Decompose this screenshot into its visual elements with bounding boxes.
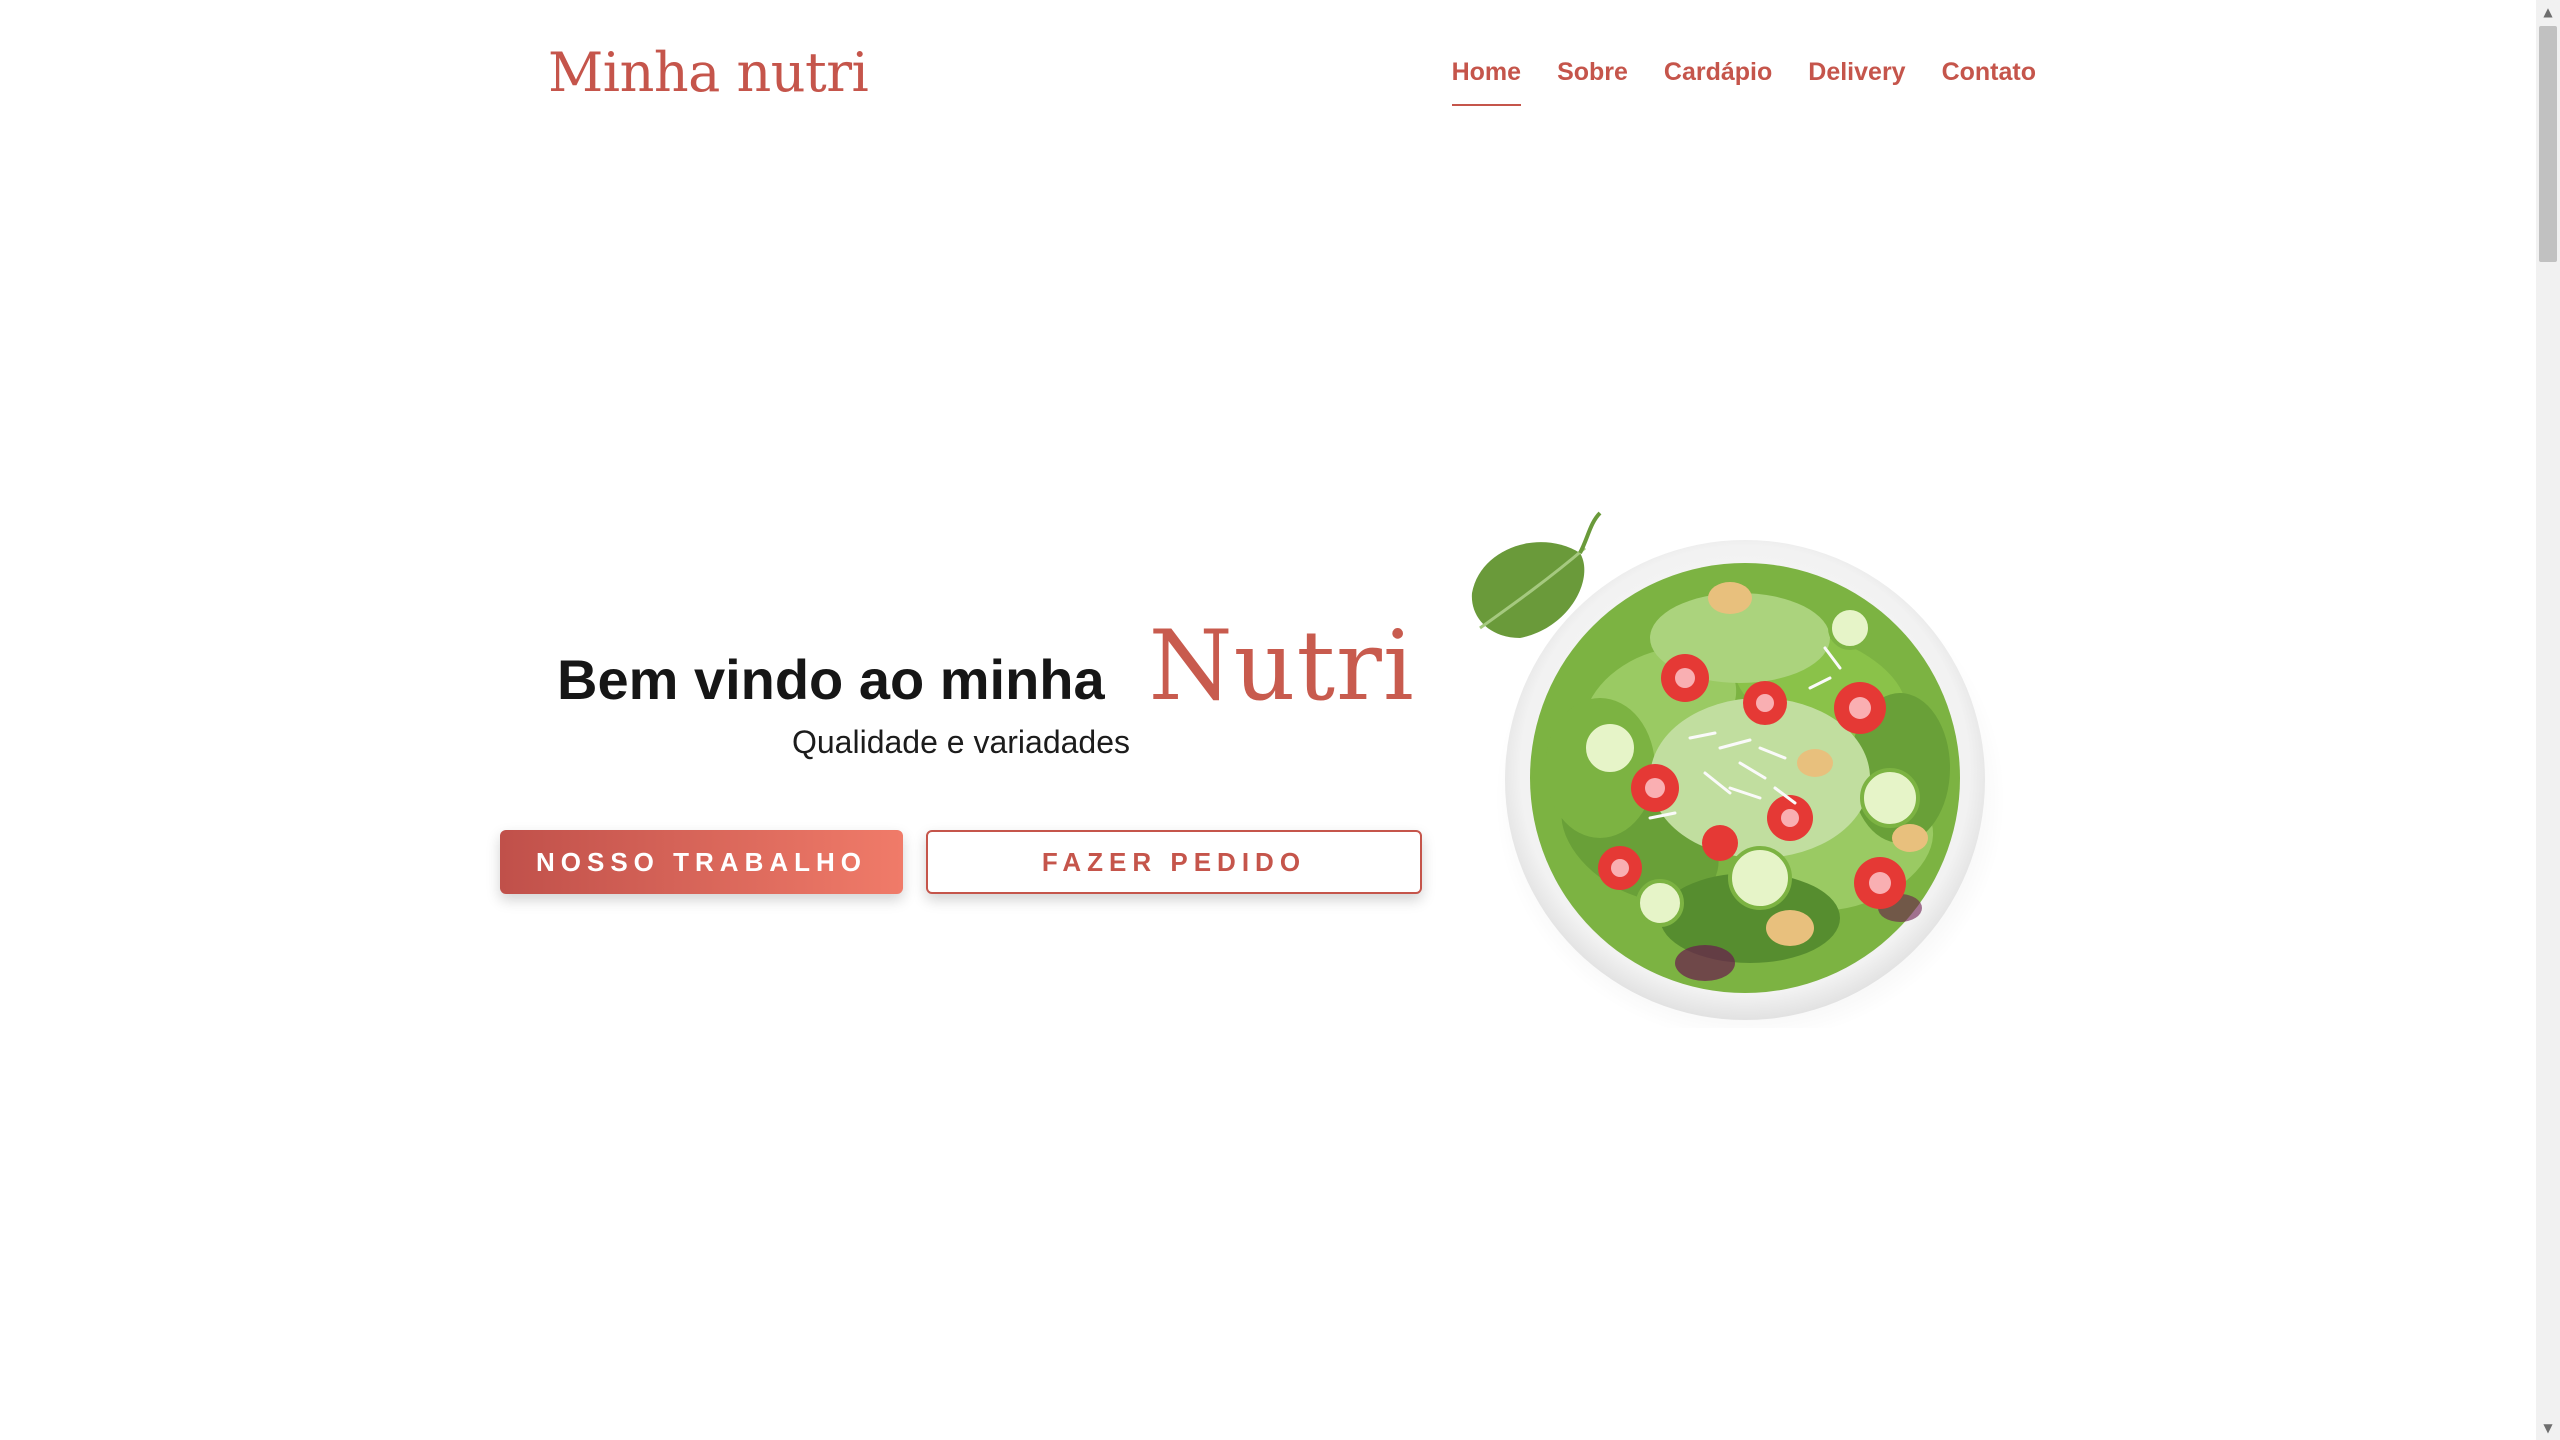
chevron-down-icon[interactable]: ▼ [2536,1416,2560,1440]
nav-item-sobre[interactable]: Sobre [1557,52,1628,106]
scrollbar-thumb[interactable] [2539,26,2557,262]
site-logo[interactable]: Minha nutri [548,38,869,108]
page: Minha nutri Home Sobre Cardápio Delivery… [0,0,2560,1440]
vertical-scrollbar[interactable]: ▲ ▼ [2536,0,2560,1440]
hero-title-main: Bem vindo ao minha [557,648,1105,711]
salad-bowl-image [1471,511,2005,1028]
nav-item-delivery[interactable]: Delivery [1808,52,1905,106]
hero-title-accent: Nutri [1148,610,1415,722]
hero-title: Bem vindo ao minha Nutri [557,610,1415,722]
nosso-trabalho-button[interactable]: NOSSO TRABALHO [500,830,903,894]
chevron-up-icon[interactable]: ▲ [2536,0,2560,24]
fazer-pedido-button[interactable]: FAZER PEDIDO [926,830,1422,894]
nav-item-home[interactable]: Home [1451,52,1522,106]
main-nav: Home Sobre Cardápio Delivery Contato [1451,52,2036,106]
nav-item-contato[interactable]: Contato [1942,52,2036,106]
nav-item-cardapio[interactable]: Cardápio [1664,52,1772,106]
